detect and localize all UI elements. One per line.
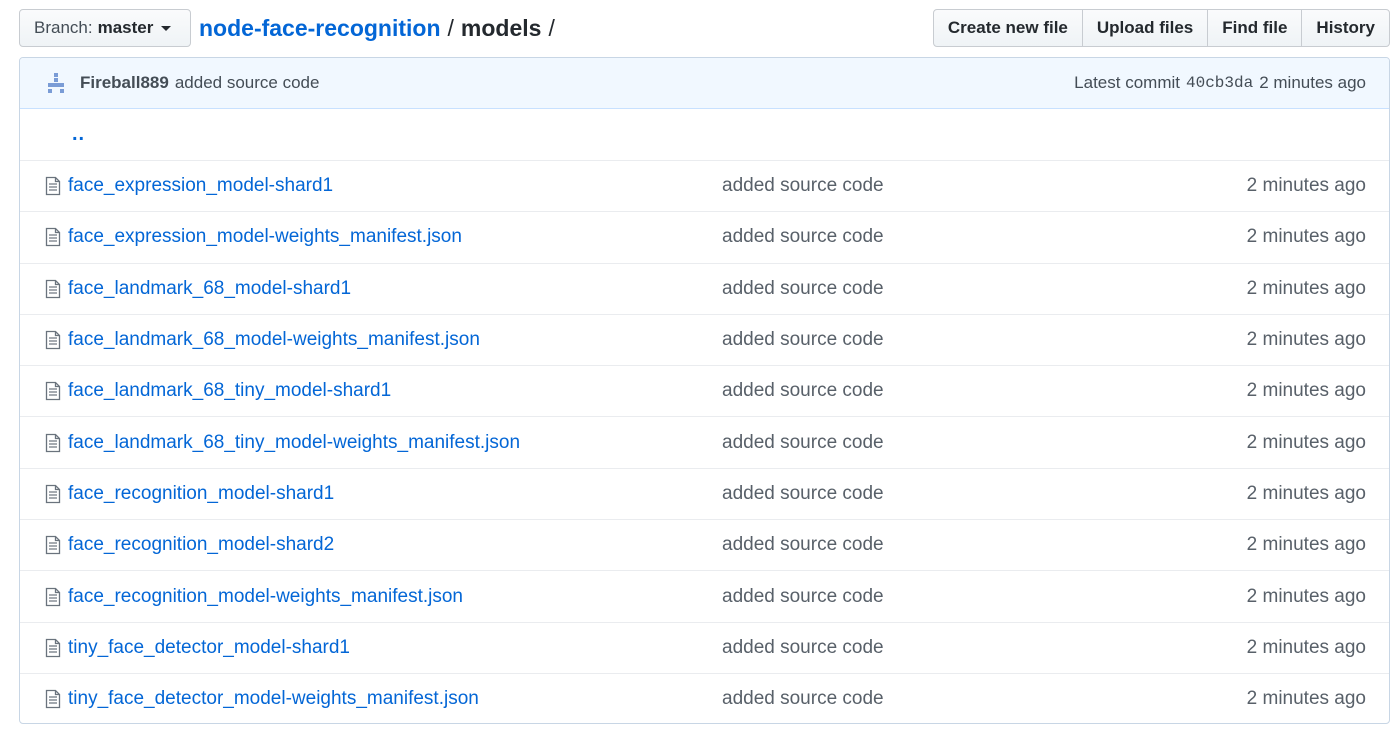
file-name-link[interactable]: face_expression_model-shard1: [68, 175, 722, 197]
file-commit-message[interactable]: added source code: [722, 688, 1122, 710]
file-row[interactable]: face_recognition_model-weights_manifest.…: [20, 570, 1389, 621]
file-row[interactable]: tiny_face_detector_model-weights_manifes…: [20, 672, 1389, 723]
caret-down-icon: [161, 25, 172, 31]
file-name-link[interactable]: face_recognition_model-shard1: [68, 483, 722, 505]
file-commit-message[interactable]: added source code: [722, 432, 1122, 454]
file-commit-message[interactable]: added source code: [722, 637, 1122, 659]
breadcrumb-separator: /: [447, 14, 454, 41]
file-row[interactable]: face_recognition_model-shard2 added sourc…: [20, 519, 1389, 570]
file-name-link[interactable]: face_recognition_model-shard2: [68, 534, 722, 556]
file-icon: [20, 176, 68, 196]
file-age: 2 minutes ago: [1246, 585, 1366, 607]
file-icon: [20, 638, 68, 658]
file-row[interactable]: face_expression_model-shard1 added source…: [20, 160, 1389, 211]
file-icon: [20, 535, 68, 555]
file-commit-message[interactable]: added source code: [722, 278, 1122, 300]
file-age: 2 minutes ago: [1246, 175, 1366, 197]
breadcrumb-current-folder: models: [460, 14, 542, 41]
file-name-link[interactable]: face_landmark_68_model-shard1: [68, 278, 722, 300]
file-icon: [20, 381, 68, 401]
commit-author[interactable]: Fireball889: [80, 73, 169, 93]
breadcrumb-trailing-separator: /: [548, 14, 555, 41]
latest-commit-label: Latest commit: [1074, 73, 1180, 92]
file-age: 2 minutes ago: [1246, 380, 1366, 402]
file-age: 2 minutes ago: [1246, 482, 1366, 504]
file-commit-message[interactable]: added source code: [722, 586, 1122, 608]
file-commit-message[interactable]: added source code: [722, 380, 1122, 402]
file-name-link[interactable]: tiny_face_detector_model-weights_manifes…: [68, 688, 722, 710]
file-row[interactable]: face_landmark_68_model-shard1 added sourc…: [20, 262, 1389, 314]
file-name-link[interactable]: face_landmark_68_tiny_model-shard1: [68, 380, 722, 402]
file-name-link[interactable]: face_expression_model-weights_manifest.j…: [68, 226, 722, 248]
file-icon: [20, 433, 68, 453]
file-list: Fireball889 added source code Latest com…: [19, 57, 1390, 724]
commit-age: 2 minutes ago: [1259, 73, 1366, 92]
file-commit-message[interactable]: added source code: [722, 329, 1122, 351]
file-row[interactable]: face_landmark_68_tiny_model-weights_mani…: [20, 416, 1389, 467]
breadcrumb: node-face-recognition / models /: [199, 15, 562, 42]
file-actions: Create new file Upload files Find file H…: [932, 9, 1390, 47]
branch-name: master: [97, 18, 154, 37]
file-age: 2 minutes ago: [1246, 226, 1366, 248]
avatar[interactable]: [44, 71, 68, 95]
file-commit-message[interactable]: added source code: [722, 226, 1122, 248]
file-icon: [20, 484, 68, 504]
file-commit-message[interactable]: added source code: [722, 483, 1122, 505]
file-icon: [20, 689, 68, 709]
file-name-link[interactable]: face_landmark_68_tiny_model-weights_mani…: [68, 432, 722, 454]
file-commit-message[interactable]: added source code: [722, 534, 1122, 556]
file-age: 2 minutes ago: [1246, 277, 1366, 299]
branch-label: Branch:: [34, 18, 93, 37]
file-rows: face_expression_model-shard1 added source…: [20, 160, 1389, 723]
commit-message[interactable]: added source code: [175, 73, 320, 93]
file-icon: [20, 227, 68, 247]
parent-directory-row[interactable]: ..: [20, 109, 1389, 160]
latest-commit-info: Latest commit 40cb3da 2 minutes ago: [1074, 73, 1366, 93]
file-row[interactable]: tiny_face_detector_model-shard1 added sou…: [20, 621, 1389, 673]
file-age: 2 minutes ago: [1246, 431, 1366, 453]
repo-toolbar: Branch: master node-face-recognition / m…: [19, 9, 1390, 47]
file-row[interactable]: face_expression_model-weights_manifest.j…: [20, 211, 1389, 262]
latest-commit-bar: Fireball889 added source code Latest com…: [20, 58, 1389, 109]
breadcrumb-repo-link[interactable]: node-face-recognition: [199, 15, 441, 42]
file-name-link[interactable]: tiny_face_detector_model-shard1: [68, 637, 722, 659]
file-age: 2 minutes ago: [1246, 329, 1366, 351]
find-file-button[interactable]: Find file: [1207, 9, 1303, 47]
file-name-link[interactable]: face_recognition_model-weights_manifest.…: [68, 586, 722, 608]
file-icon: [20, 279, 68, 299]
upload-files-button[interactable]: Upload files: [1081, 9, 1209, 47]
commit-sha[interactable]: 40cb3da: [1186, 74, 1253, 92]
file-age: 2 minutes ago: [1246, 636, 1366, 658]
file-commit-message[interactable]: added source code: [722, 175, 1122, 197]
file-age: 2 minutes ago: [1246, 534, 1366, 556]
file-icon: [20, 587, 68, 607]
branch-select-button[interactable]: Branch: master: [19, 9, 191, 47]
file-row[interactable]: face_recognition_model-shard1 added sourc…: [20, 467, 1389, 519]
create-new-file-button[interactable]: Create new file: [932, 9, 1083, 47]
file-age: 2 minutes ago: [1246, 688, 1366, 710]
file-row[interactable]: face_landmark_68_tiny_model-shard1 added …: [20, 365, 1389, 416]
history-button[interactable]: History: [1301, 9, 1390, 47]
file-icon: [20, 330, 68, 350]
file-row[interactable]: face_landmark_68_model-weights_manifest.…: [20, 313, 1389, 365]
file-name-link[interactable]: face_landmark_68_model-weights_manifest.…: [68, 329, 722, 351]
parent-directory-link[interactable]: ..: [72, 123, 85, 146]
